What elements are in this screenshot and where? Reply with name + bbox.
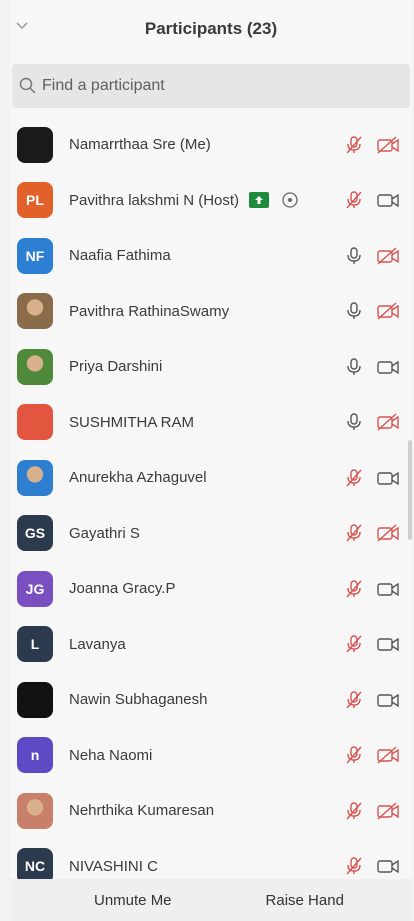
video-icon[interactable] [376,190,400,210]
avatar-photo [17,348,53,385]
mic-icon[interactable] [344,357,364,377]
avatar: NF [17,237,53,274]
participant-name: NIVASHINI C [69,857,158,875]
avatar-photo [17,293,53,330]
participant-name: Nehrthika Kumaresan [69,802,215,820]
panel-title: Participants (23) [144,19,278,38]
avatar-photo [17,792,53,829]
avatar: GS [17,515,53,552]
video-icon[interactable] [376,690,400,710]
unmute-me-button[interactable]: Unmute Me [94,892,172,909]
participant-name: Naafia Fathima [69,247,171,265]
participant-name: Joanna Gracy.P [69,580,176,598]
search-icon [19,77,36,94]
participant-name: Pavithra lakshmi N (Host) [69,191,240,209]
avatar: L [17,626,53,663]
video-off-icon[interactable] [376,801,400,821]
screen-share-icon [249,192,270,209]
status-badges [249,191,299,209]
participant-name: Gayathri S [69,524,140,542]
avatar [17,404,53,441]
avatar-photo [17,459,53,496]
participant-name: Neha Naomi [69,746,153,764]
video-icon[interactable] [376,357,400,377]
mic-icon[interactable] [344,412,364,432]
avatar [17,681,53,718]
avatar: JG [17,570,53,607]
participant-name: SUSHMITHA RAM [69,413,195,431]
mic-muted-icon[interactable] [344,690,364,710]
panel-footer: Unmute Me Raise Hand [10,879,412,921]
search-input[interactable] [42,77,382,95]
video-off-icon[interactable] [376,523,400,543]
recording-icon [282,192,298,208]
participant-row[interactable]: SUSHMITHA RAM [10,395,412,451]
avatar: PL [17,182,53,219]
scrollbar[interactable] [408,440,412,540]
participant-row[interactable]: Priya Darshini [10,339,412,395]
participant-name: Namarrthaa Sre (Me) [69,136,211,154]
video-off-icon[interactable] [376,301,400,321]
mic-icon[interactable] [344,246,364,266]
participant-name: Nawin Subhaganesh [69,691,208,709]
raise-hand-button[interactable]: Raise Hand [266,892,344,909]
mic-muted-icon[interactable] [344,135,364,155]
mic-muted-icon[interactable] [344,856,364,876]
video-off-icon[interactable] [376,745,400,765]
mic-muted-icon[interactable] [344,745,364,765]
video-off-icon[interactable] [376,412,400,432]
mic-muted-icon[interactable] [344,579,364,599]
video-icon[interactable] [376,579,400,599]
participant-row[interactable]: JG Joanna Gracy.P [10,561,412,617]
participant-row[interactable]: n Neha Naomi [10,728,412,784]
participant-row[interactable]: Namarrthaa Sre (Me) [10,117,412,173]
mic-icon[interactable] [344,301,364,321]
mic-muted-icon[interactable] [344,468,364,488]
mic-muted-icon[interactable] [344,634,364,654]
video-off-icon[interactable] [376,246,400,266]
participant-row[interactable]: Nawin Subhaganesh [10,672,412,728]
participant-row[interactable]: NF Naafia Fathima [10,228,412,284]
avatar: n [17,737,53,774]
video-icon[interactable] [376,468,400,488]
mic-muted-icon[interactable] [344,190,364,210]
participant-row[interactable]: GS Gayathri S [10,506,412,562]
chevron-down-icon[interactable] [14,18,30,34]
participant-name: Lavanya [69,635,126,653]
avatar [17,126,53,163]
video-off-icon[interactable] [376,135,400,155]
video-icon[interactable] [376,634,400,654]
participant-name: Priya Darshini [69,358,163,376]
participant-row[interactable]: L Lavanya [10,617,412,673]
participant-row[interactable]: Pavithra RathinaSwamy [10,284,412,340]
participants-panel: Participants (23) Namarrthaa Sre (Me) PL… [10,0,412,921]
mic-muted-icon[interactable] [344,801,364,821]
participant-name: Anurekha Azhaguvel [69,469,207,487]
participant-list: Namarrthaa Sre (Me) PL Pavithra lakshmi N… [10,117,412,894]
participant-row[interactable]: PL Pavithra lakshmi N (Host) [10,173,412,229]
participant-row[interactable]: Nehrthika Kumaresan [10,783,412,839]
panel-header: Participants (23) [10,0,412,58]
participant-row[interactable]: Anurekha Azhaguvel [10,450,412,506]
mic-muted-icon[interactable] [344,523,364,543]
video-icon[interactable] [376,856,400,876]
search-bar[interactable] [12,64,410,108]
participant-name: Pavithra RathinaSwamy [69,302,230,320]
